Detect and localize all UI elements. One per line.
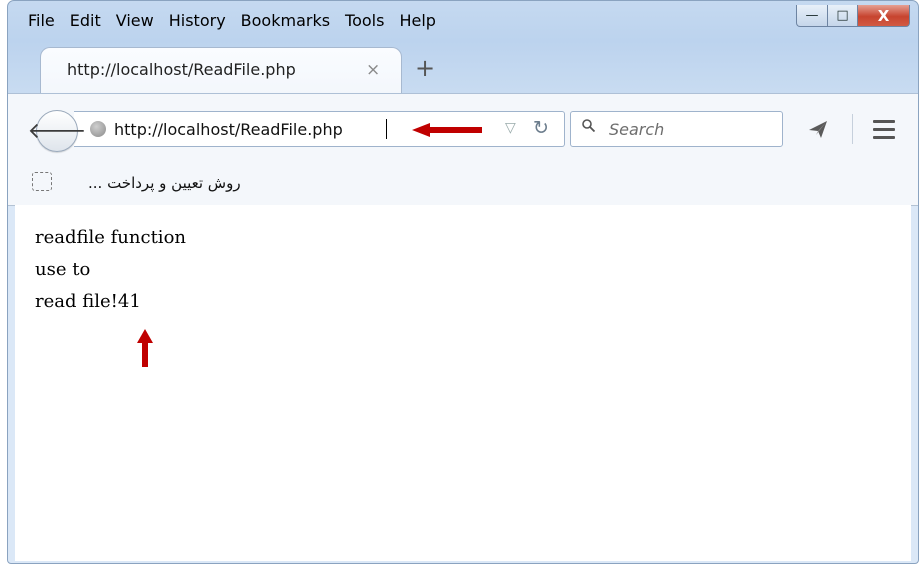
minimize-button[interactable]: — — [796, 5, 828, 27]
bookmarks-toolbar: ... روش تعیین و پرداخت — [8, 163, 918, 206]
dropdown-triangle-icon[interactable]: ▽ — [505, 120, 516, 136]
menu-file[interactable]: File — [26, 11, 57, 35]
back-button[interactable]: 🡐 — [28, 110, 87, 152]
menu-help[interactable]: Help — [397, 11, 437, 35]
menu-bar: File Edit View History Bookmarks Tools H… — [26, 11, 438, 35]
url-bar[interactable]: http://localhost/ReadFile.php ▽ ↻ — [74, 111, 565, 147]
page-content: readfile function use to read file!41 — [15, 205, 911, 561]
menu-bookmarks[interactable]: Bookmarks — [239, 11, 332, 35]
annotation-arrow-left-icon — [412, 123, 482, 137]
navigation-toolbar: http://localhost/ReadFile.php ▽ ↻ 🡐 Sear… — [8, 93, 918, 164]
tab-active[interactable]: http://localhost/ReadFile.php × — [40, 47, 402, 94]
window-controls: — □ X — [796, 5, 910, 27]
send-page-icon[interactable] — [807, 118, 829, 140]
menu-history[interactable]: History — [167, 11, 228, 35]
bookmark-item[interactable]: ... روش تعیین و پرداخت — [88, 174, 241, 192]
back-arrow-icon: 🡐 — [27, 119, 87, 144]
toolbar-separator — [852, 114, 853, 144]
search-placeholder: Search — [609, 120, 665, 139]
menu-view[interactable]: View — [114, 11, 156, 35]
menu-edit[interactable]: Edit — [68, 11, 103, 35]
menu-hamburger-icon[interactable] — [873, 120, 895, 139]
text-caret — [386, 119, 387, 139]
new-tab-button[interactable]: + — [415, 54, 435, 82]
tab-close-icon[interactable]: × — [366, 60, 380, 80]
maximize-button[interactable]: □ — [828, 5, 858, 27]
menu-tools[interactable]: Tools — [343, 11, 386, 35]
page-line-2: use to — [35, 259, 91, 280]
url-text: http://localhost/ReadFile.php — [114, 120, 343, 139]
globe-icon — [90, 121, 106, 137]
search-input[interactable]: Search — [570, 111, 783, 147]
annotation-arrow-up-icon — [137, 329, 153, 367]
tab-title: http://localhost/ReadFile.php — [67, 60, 296, 79]
reload-icon[interactable]: ↻ — [533, 117, 549, 139]
browser-window: File Edit View History Bookmarks Tools H… — [7, 0, 919, 564]
page-line-3: read file!41 — [35, 291, 141, 312]
page-line-1: readfile function — [35, 227, 186, 248]
close-window-button[interactable]: X — [858, 5, 910, 27]
search-icon — [582, 119, 595, 132]
bookmark-placeholder-icon — [32, 172, 52, 191]
